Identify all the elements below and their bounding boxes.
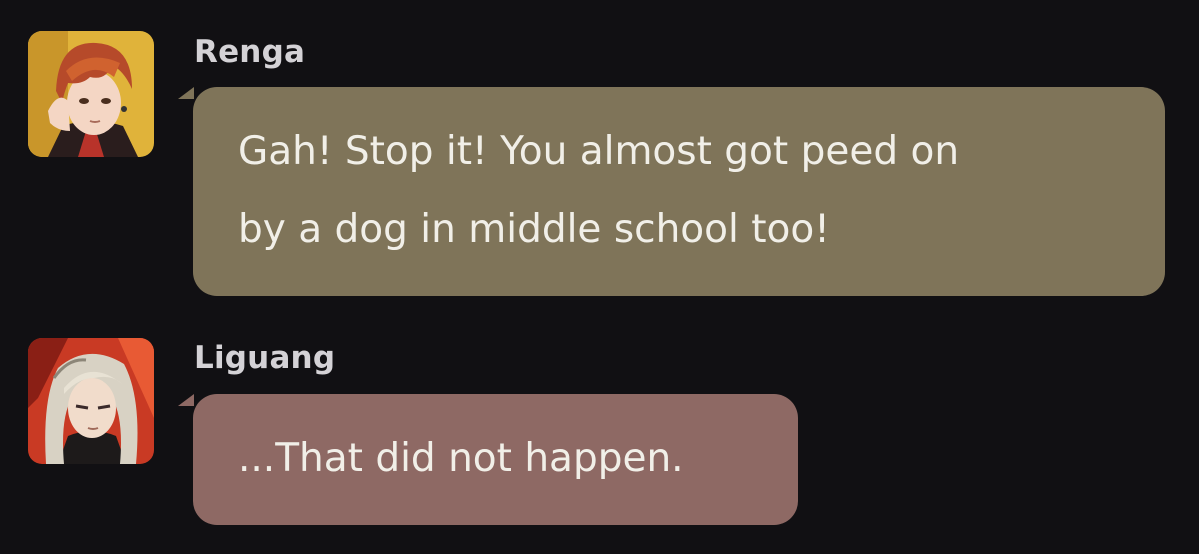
sender-name: Liguang [194, 340, 336, 376]
bubble-tail [178, 394, 194, 406]
message-text-line: ...That did not happen. [238, 436, 684, 481]
chat-message-liguang: Liguang ...That did not happen. [0, 0, 1199, 554]
liguang-avatar-icon[interactable] [28, 338, 154, 464]
message-bubble[interactable]: ...That did not happen. [193, 394, 798, 525]
